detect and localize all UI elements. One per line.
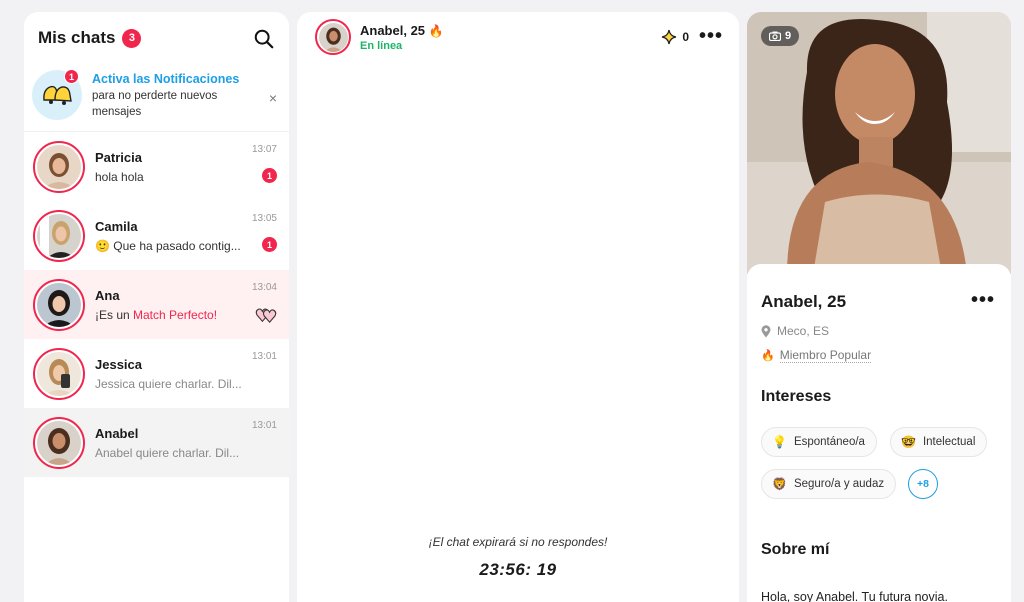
chat-time: 13:07 bbox=[251, 144, 277, 155]
chat-preview: ¡Es un Match Perfecto! bbox=[95, 307, 218, 322]
bell-icon: 1 bbox=[32, 69, 82, 120]
about-title: Sobre mí bbox=[761, 541, 830, 558]
chat-item-camila[interactable]: Camila 🙂 Que ha pasado contig... 13:05 1 bbox=[24, 201, 289, 270]
conversation-name[interactable]: Anabel, 25 🔥 bbox=[360, 23, 444, 38]
chats-panel: Mis chats 3 1 Activa las Notificaciones … bbox=[24, 12, 289, 602]
online-status: En línea bbox=[360, 39, 403, 52]
chat-time: 13:04 bbox=[251, 282, 277, 293]
chat-preview: 🙂 Que ha pasado contig... bbox=[95, 238, 241, 253]
avatar bbox=[33, 140, 85, 193]
conversation-header: Anabel, 25 🔥 En línea 0 ••• bbox=[297, 12, 739, 62]
interest-chip: 💡 Espontáneo/a bbox=[761, 427, 877, 457]
chat-preview: hola hola bbox=[95, 169, 144, 184]
nerd-face-icon: 🤓 bbox=[901, 435, 916, 449]
chats-header: Mis chats 3 bbox=[24, 12, 289, 64]
chat-item-ana[interactable]: Ana ¡Es un Match Perfecto! 13:04 bbox=[24, 270, 289, 339]
flame-icon: 🔥 bbox=[428, 23, 444, 38]
avatar bbox=[33, 278, 85, 331]
photo-count-badge: 9 bbox=[761, 26, 800, 46]
notification-banner[interactable]: 1 Activa las Notificaciones para no perd… bbox=[24, 64, 289, 132]
chat-item-anabel[interactable]: Anabel Anabel quiere charlar. Dil... 13:… bbox=[24, 408, 289, 477]
unread-count-badge: 3 bbox=[122, 28, 142, 48]
countdown-timer: 23:56: 19 bbox=[479, 560, 557, 579]
match-highlight: Match Perfecto! bbox=[133, 307, 218, 322]
avatar bbox=[33, 209, 85, 262]
lion-icon: 🦁 bbox=[772, 477, 787, 491]
chat-name: Patricia bbox=[95, 149, 142, 165]
close-icon[interactable]: × bbox=[269, 90, 277, 106]
hearts-icon bbox=[255, 308, 277, 324]
interest-chip: 🤓 Intelectual bbox=[890, 427, 988, 457]
unread-badge: 1 bbox=[262, 237, 277, 252]
profile-location: Meco, ES bbox=[761, 324, 829, 338]
sparkle-button[interactable]: 0 bbox=[661, 29, 689, 45]
popular-member-badge[interactable]: 🔥 Miembro Popular bbox=[761, 348, 872, 363]
sparkle-icon bbox=[662, 29, 677, 45]
chat-name: Jessica bbox=[95, 356, 142, 372]
chat-preview: Anabel quiere charlar. Dil... bbox=[95, 445, 240, 460]
chat-item-patricia[interactable]: Patricia hola hola 13:07 1 bbox=[24, 132, 289, 201]
sparkle-count: 0 bbox=[682, 30, 689, 44]
unread-badge: 1 bbox=[262, 168, 277, 183]
conversation-panel: Anabel, 25 🔥 En línea 0 ••• ¡El chat exp… bbox=[297, 12, 739, 602]
chat-item-jessica[interactable]: Jessica Jessica quiere charlar. Dil... 1… bbox=[24, 339, 289, 408]
profile-photo-image bbox=[747, 12, 1011, 274]
notification-body: para no perderte nuevos mensajes bbox=[92, 90, 218, 118]
location-pin-icon bbox=[761, 324, 771, 337]
profile-name: Anabel, 25 bbox=[761, 292, 847, 311]
notification-title[interactable]: Activa las Notificaciones bbox=[92, 72, 260, 86]
profile-card: Anabel, 25 ••• Meco, ES 🔥 Miembro Popula… bbox=[747, 264, 1011, 602]
search-icon[interactable] bbox=[253, 28, 275, 50]
interests-title: Intereses bbox=[761, 388, 832, 405]
avatar bbox=[33, 416, 85, 469]
notification-badge: 1 bbox=[64, 69, 79, 84]
more-options-button[interactable]: ••• bbox=[699, 26, 723, 46]
flame-icon: 🔥 bbox=[761, 350, 775, 362]
avatar[interactable] bbox=[315, 19, 351, 55]
chat-time: 13:01 bbox=[251, 351, 277, 362]
more-interests-button[interactable]: +8 bbox=[908, 469, 938, 499]
emoji-icon: 🙂 bbox=[95, 238, 110, 253]
chat-name: Ana bbox=[95, 287, 120, 303]
profile-photo[interactable]: 9 bbox=[747, 12, 1011, 274]
chat-time: 13:05 bbox=[251, 213, 277, 224]
chat-name: Anabel bbox=[95, 425, 139, 441]
interest-chip: 🦁 Seguro/a y audaz bbox=[761, 469, 897, 499]
chat-time: 13:01 bbox=[251, 420, 277, 431]
camera-icon bbox=[769, 31, 781, 41]
chat-name: Camila bbox=[95, 218, 138, 234]
chats-title: Mis chats bbox=[38, 28, 116, 47]
about-text: Hola, soy Anabel. Tu futura novia. bbox=[761, 590, 948, 602]
profile-more-button[interactable]: ••• bbox=[971, 290, 995, 310]
expire-notice: ¡El chat expirará si no respondes! bbox=[428, 535, 608, 549]
lightbulb-icon: 💡 bbox=[772, 435, 787, 449]
chat-preview: Jessica quiere charlar. Dil... bbox=[95, 376, 242, 391]
profile-panel: 9 Anabel, 25 ••• Meco, ES 🔥 Miembro Popu… bbox=[747, 12, 1011, 602]
avatar bbox=[33, 347, 85, 400]
